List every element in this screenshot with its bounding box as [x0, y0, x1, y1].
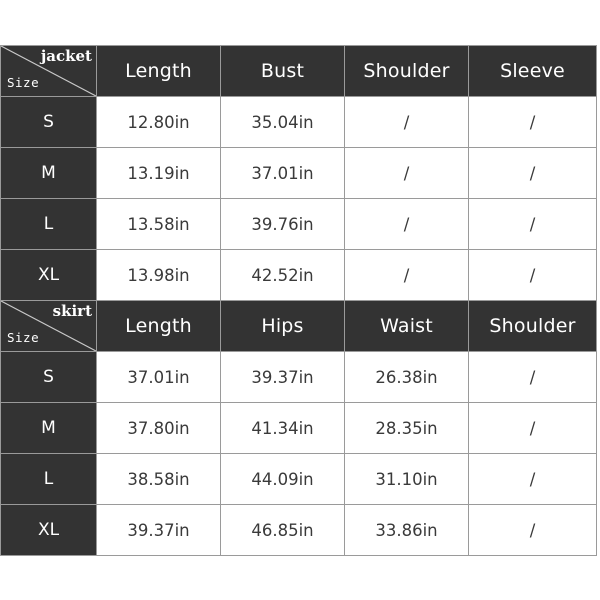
jacket-cell-xl-bust: 42.52in	[220, 249, 345, 301]
size-chart-page: jacket Size Length Bust Shoulder Sleeve …	[0, 0, 600, 600]
skirt-cell-l-length: 38.58in	[96, 453, 221, 505]
jacket-cell-s-sleeve: /	[468, 96, 597, 148]
skirt-column-header-waist: Waist	[344, 300, 469, 352]
table-row: XL 13.98in 42.52in / /	[0, 249, 597, 301]
skirt-column-header-shoulder: Shoulder	[468, 300, 597, 352]
jacket-column-header-sleeve: Sleeve	[468, 45, 597, 97]
skirt-cell-s-hips: 39.37in	[220, 351, 345, 403]
jacket-size-table: jacket Size Length Bust Shoulder Sleeve …	[0, 45, 597, 301]
skirt-column-header-hips: Hips	[220, 300, 345, 352]
skirt-size-label-l: L	[0, 453, 97, 505]
jacket-cell-s-bust: 35.04in	[220, 96, 345, 148]
jacket-size-label-m: M	[0, 147, 97, 199]
table-row: L 13.58in 39.76in / /	[0, 198, 597, 250]
jacket-cell-m-shoulder: /	[344, 147, 469, 199]
skirt-cell-m-length: 37.80in	[96, 402, 221, 454]
skirt-cell-l-waist: 31.10in	[344, 453, 469, 505]
skirt-corner-cell: skirt Size	[0, 300, 97, 352]
skirt-cell-xl-hips: 46.85in	[220, 504, 345, 556]
table-row: S 12.80in 35.04in / /	[0, 96, 597, 148]
jacket-corner-garment-label: jacket	[40, 47, 92, 65]
jacket-cell-l-shoulder: /	[344, 198, 469, 250]
skirt-cell-m-shoulder: /	[468, 402, 597, 454]
skirt-cell-l-hips: 44.09in	[220, 453, 345, 505]
skirt-cell-xl-shoulder: /	[468, 504, 597, 556]
jacket-header-row: jacket Size Length Bust Shoulder Sleeve	[0, 45, 597, 97]
skirt-cell-m-waist: 28.35in	[344, 402, 469, 454]
skirt-cell-xl-length: 39.37in	[96, 504, 221, 556]
table-row: L 38.58in 44.09in 31.10in /	[0, 453, 597, 505]
jacket-corner-axis-label: Size	[7, 75, 40, 91]
skirt-corner-axis-label: Size	[7, 330, 40, 346]
table-row: M 37.80in 41.34in 28.35in /	[0, 402, 597, 454]
jacket-corner-cell: jacket Size	[0, 45, 97, 97]
jacket-cell-l-sleeve: /	[468, 198, 597, 250]
jacket-cell-m-length: 13.19in	[96, 147, 221, 199]
skirt-header-row: skirt Size Length Hips Waist Shoulder	[0, 300, 597, 352]
table-row: M 13.19in 37.01in / /	[0, 147, 597, 199]
jacket-cell-l-length: 13.58in	[96, 198, 221, 250]
jacket-column-header-shoulder: Shoulder	[344, 45, 469, 97]
table-row: XL 39.37in 46.85in 33.86in /	[0, 504, 597, 556]
skirt-cell-l-shoulder: /	[468, 453, 597, 505]
jacket-cell-xl-length: 13.98in	[96, 249, 221, 301]
skirt-cell-s-shoulder: /	[468, 351, 597, 403]
jacket-cell-s-length: 12.80in	[96, 96, 221, 148]
jacket-cell-s-shoulder: /	[344, 96, 469, 148]
jacket-cell-l-bust: 39.76in	[220, 198, 345, 250]
jacket-size-label-xl: XL	[0, 249, 97, 301]
jacket-column-header-length: Length	[96, 45, 221, 97]
skirt-size-label-m: M	[0, 402, 97, 454]
skirt-column-header-length: Length	[96, 300, 221, 352]
jacket-cell-m-bust: 37.01in	[220, 147, 345, 199]
jacket-size-label-l: L	[0, 198, 97, 250]
skirt-cell-m-hips: 41.34in	[220, 402, 345, 454]
skirt-cell-s-length: 37.01in	[96, 351, 221, 403]
skirt-size-table: skirt Size Length Hips Waist Shoulder S …	[0, 300, 597, 556]
skirt-size-label-s: S	[0, 351, 97, 403]
jacket-column-header-bust: Bust	[220, 45, 345, 97]
jacket-cell-xl-shoulder: /	[344, 249, 469, 301]
jacket-cell-xl-sleeve: /	[468, 249, 597, 301]
skirt-cell-s-waist: 26.38in	[344, 351, 469, 403]
table-row: S 37.01in 39.37in 26.38in /	[0, 351, 597, 403]
skirt-corner-garment-label: skirt	[52, 302, 92, 320]
skirt-cell-xl-waist: 33.86in	[344, 504, 469, 556]
jacket-size-label-s: S	[0, 96, 97, 148]
jacket-cell-m-sleeve: /	[468, 147, 597, 199]
skirt-size-label-xl: XL	[0, 504, 97, 556]
